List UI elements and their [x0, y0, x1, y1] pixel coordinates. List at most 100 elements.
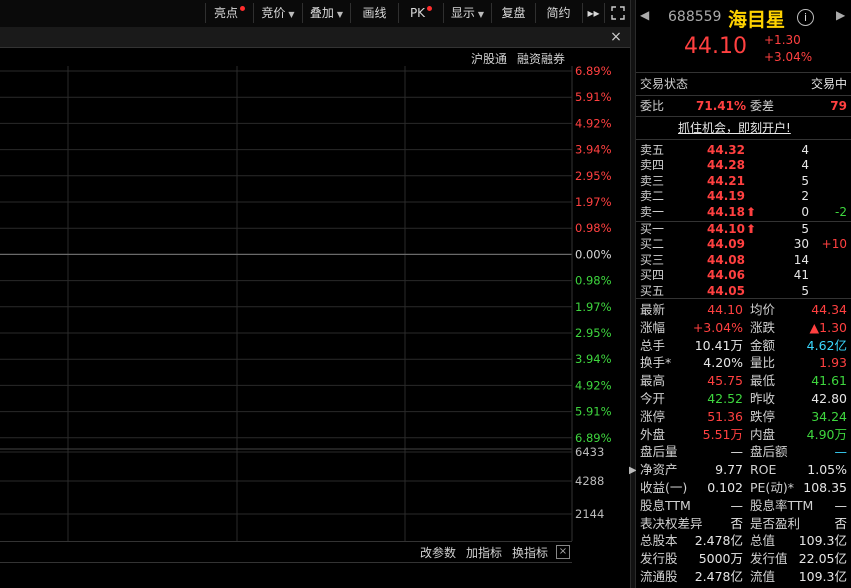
stat-value: 34.24: [811, 408, 847, 424]
level-volume: 5: [801, 283, 809, 298]
level-volume: 5: [801, 222, 809, 236]
price-axis-tick: 0.98%: [575, 274, 612, 288]
close-icon[interactable]: ×: [608, 29, 624, 45]
stat-label: 换手*: [640, 355, 672, 371]
edit-params-button[interactable]: 改参数: [420, 544, 456, 561]
price-axis-tick: 6.89%: [575, 66, 612, 78]
level-label: 卖一: [640, 204, 665, 219]
stat-label: 金额: [750, 337, 776, 353]
bid-row[interactable]: 买四 44.06 41: [640, 268, 847, 283]
stat-row: 流通股 2.478亿 流值 109.3亿: [640, 568, 847, 586]
next-stock-icon[interactable]: ▶: [836, 8, 845, 22]
bid-row[interactable]: 买二 44.09 30 +10: [640, 237, 847, 252]
level-volume: 5: [801, 173, 809, 188]
stat-label: 内盘: [750, 426, 776, 442]
bid-row[interactable]: 买三 44.08 14: [640, 253, 847, 268]
stat-value: —: [730, 497, 744, 513]
stock-name: 海目星: [728, 9, 786, 31]
level-label: 卖二: [640, 189, 665, 204]
stat-value: ▲1.30: [809, 319, 847, 335]
open-account-link[interactable]: 抓住机会，即刻开户!: [678, 119, 791, 136]
toolbar-button-label: 显示: [450, 6, 475, 20]
stat-label: 发行值: [750, 551, 788, 567]
level-price: 44.08: [707, 252, 745, 267]
toolbar-button-4[interactable]: PK: [398, 3, 443, 23]
ask-row[interactable]: 卖三 44.21 5: [640, 174, 847, 189]
stat-row: 最新 44.10 均价 44.34: [640, 301, 847, 319]
margin-trading-link[interactable]: 融资融券: [517, 50, 565, 67]
toolbar-button-2[interactable]: 叠加 ▼: [302, 3, 350, 23]
stat-value: 4.20%: [703, 355, 743, 371]
stat-value: 10.41万: [694, 337, 743, 353]
stat-row: 总手 10.41万 金额 4.62亿: [640, 337, 847, 355]
intraday-chart[interactable]: 6.89% 5.91% 4.92% 3.94% 2.95% 1.97% 0.98% 0.00%…: [0, 66, 630, 541]
level-label: 买二: [640, 237, 665, 252]
ask-row[interactable]: 卖二 44.19 2: [640, 189, 847, 204]
level-price: 44.05: [707, 283, 745, 298]
ask-row[interactable]: 卖五 44.32 4: [640, 143, 847, 158]
stat-row: 盘后量 — 盘后额 —: [640, 443, 847, 461]
stat-value: 9.77: [715, 462, 743, 478]
add-indicator-button[interactable]: 加指标: [466, 544, 502, 561]
toolbar-button-3[interactable]: 画线: [350, 3, 398, 23]
ask-row[interactable]: 卖四 44.28 4: [640, 158, 847, 173]
stat-label: 今开: [640, 391, 666, 406]
price-axis-tick: 3.94%: [575, 352, 612, 366]
fullscreen-icon[interactable]: [604, 3, 630, 23]
toolbar-button-6[interactable]: 复盘: [491, 3, 535, 23]
chart-toolbar: 亮点 竞价 ▼ 叠加 ▼ 画线 PK 显示 ▼ 复盘 简约 ▸▸: [0, 0, 632, 28]
stat-value: 109.3亿: [798, 533, 847, 549]
level-volume: 0: [801, 204, 809, 219]
prev-stock-icon[interactable]: ◀: [640, 8, 649, 22]
volume-axis-tick: 2144: [575, 507, 604, 521]
stat-label: 发行股: [640, 551, 678, 567]
stat-row: 换手* 4.20% 量比 1.93: [640, 354, 847, 372]
stat-row: 最高 45.75 最低 41.61: [640, 372, 847, 390]
bid-row[interactable]: 买五 44.05 5: [640, 284, 847, 299]
close-indicator-icon[interactable]: ×: [556, 545, 570, 559]
price-change-pct: +3.04%: [764, 50, 813, 64]
hk-connect-link[interactable]: 沪股通: [471, 50, 507, 67]
stat-label: 昨收: [750, 391, 776, 406]
toolbar-button-7[interactable]: 简约: [535, 3, 581, 23]
price-axis-tick: 0.98%: [575, 221, 612, 235]
toolbar-button-label: 叠加: [309, 6, 334, 20]
quote-panel: ◀ 688559 海目星 i ▶ 44.10 +1.30 +3.04% 交易状态…: [636, 0, 851, 588]
stat-row: 发行股 5000万 发行值 22.05亿: [640, 550, 847, 568]
volume-axis-tick: 4288: [575, 474, 604, 488]
level-volume: 4: [801, 158, 809, 173]
stat-value: 否: [834, 515, 847, 531]
level-price: 44.18: [707, 204, 745, 219]
stat-value: 109.3亿: [798, 569, 847, 584]
stat-row: 收益(一) 0.102 PE(动)* 108.35: [640, 479, 847, 497]
ask-row[interactable]: 卖一 44.18 ⬆ 0 -2: [640, 205, 847, 220]
level-price: 44.06: [707, 268, 745, 283]
switch-indicator-button[interactable]: 换指标: [512, 544, 548, 561]
stat-label: 最新: [640, 302, 666, 317]
stat-value: 4.90万: [806, 426, 847, 442]
level-volume: 41: [793, 268, 809, 283]
bid-row[interactable]: 买一 44.10 ⬆ 5: [640, 222, 847, 237]
toolbar-button-label: 亮点: [213, 6, 238, 20]
price-axis-tick: 4.92%: [575, 116, 612, 130]
toolbar-button-0[interactable]: 亮点: [205, 3, 253, 23]
level-price: 44.09: [707, 237, 745, 252]
more-tools-icon[interactable]: ▸▸: [582, 3, 604, 23]
level-volume: 2: [801, 189, 809, 204]
stat-value: 否: [730, 515, 743, 531]
info-icon[interactable]: i: [797, 9, 814, 26]
toolbar-button-5[interactable]: 显示 ▼: [443, 3, 491, 23]
chevron-down-icon: ▼: [336, 10, 344, 19]
stat-label: 涨停: [640, 408, 666, 424]
price-axis-tick: 1.97%: [575, 195, 612, 209]
stat-label: 涨跌: [750, 319, 776, 335]
collapse-arrow-icon[interactable]: ▶: [629, 460, 637, 482]
level-price: 44.28: [707, 158, 745, 173]
stat-row: 外盘 5.51万 内盘 4.90万: [640, 426, 847, 444]
toolbar-button-1[interactable]: 竞价 ▼: [253, 3, 302, 23]
level-label: 买三: [640, 252, 665, 267]
stat-value: 2.478亿: [694, 569, 743, 584]
level-label: 卖五: [640, 143, 665, 157]
stat-label: 流通股: [640, 569, 678, 584]
level-label: 卖三: [640, 173, 665, 188]
